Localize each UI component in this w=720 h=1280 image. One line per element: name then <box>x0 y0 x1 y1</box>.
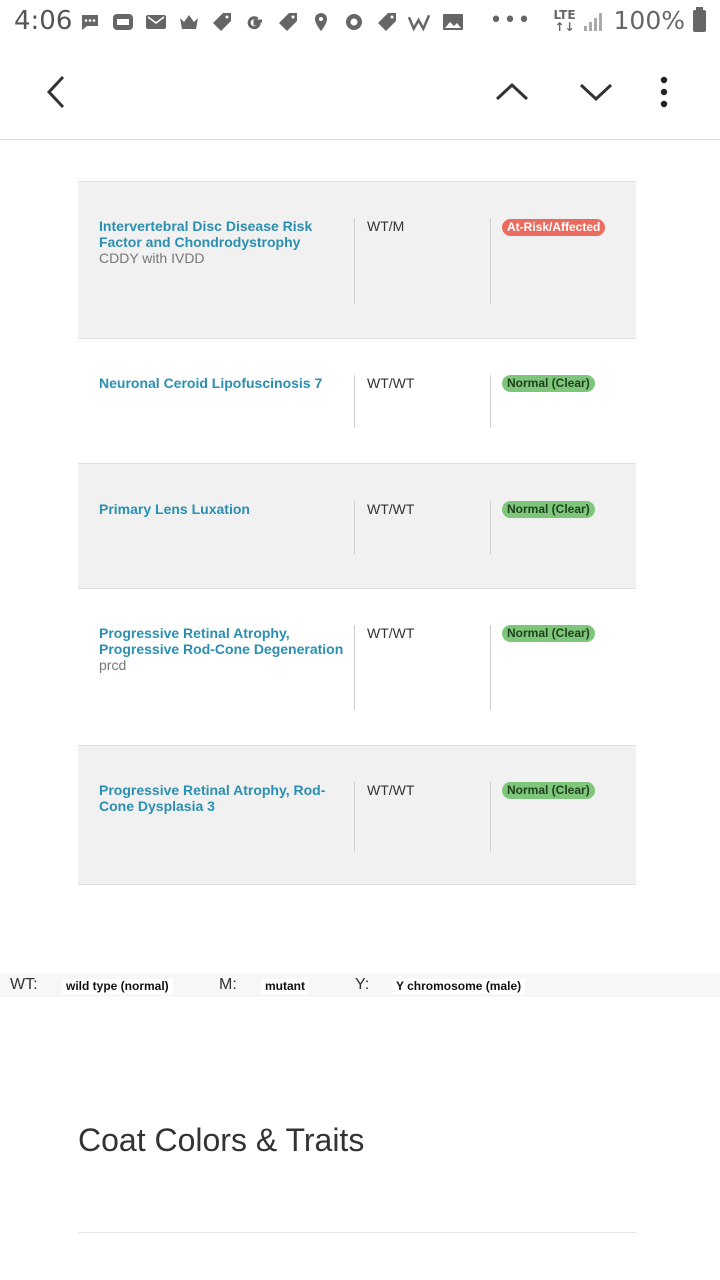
overflow-dots: ••• <box>489 8 532 33</box>
lte-indicator: LTE ↑↓ <box>553 7 576 34</box>
chevron-up-icon <box>495 82 529 101</box>
column-divider <box>490 218 491 304</box>
back-button[interactable] <box>26 44 86 140</box>
column-divider <box>490 375 491 428</box>
location-icon <box>309 11 332 34</box>
table-bottom-rule <box>78 884 636 885</box>
condition-title[interactable]: Progressive Retinal Atrophy, Progressive… <box>99 625 343 657</box>
column-divider <box>490 782 491 852</box>
next-match-button[interactable] <box>566 44 626 140</box>
condition-name[interactable]: Progressive Retinal Atrophy, Rod-Cone Dy… <box>99 782 349 814</box>
section-title: Coat Colors & Traits <box>78 1122 365 1158</box>
column-divider <box>354 625 355 710</box>
battery-icon <box>693 6 706 32</box>
tag-icon <box>276 11 299 34</box>
status-badge: Normal (Clear) <box>502 375 595 392</box>
chevron-left-icon <box>46 75 65 109</box>
mail-icon <box>144 11 167 34</box>
more-options-button[interactable] <box>634 44 694 140</box>
genotype: WT/WT <box>367 625 415 641</box>
more-vert-icon <box>660 76 668 108</box>
condition-name[interactable]: Intervertebral Disc Disease Risk Factor … <box>99 218 349 266</box>
crown-icon <box>177 11 200 34</box>
status-badge: Normal (Clear) <box>502 625 595 642</box>
legend-key: Y: <box>355 976 370 993</box>
wish-icon <box>408 11 431 34</box>
find-toolbar <box>0 44 720 140</box>
condition-subtitle: prcd <box>99 657 127 673</box>
genotype: WT/WT <box>367 782 415 798</box>
section-divider <box>78 1232 636 1233</box>
legend-key: WT: <box>10 976 38 993</box>
tag-icon <box>375 11 398 34</box>
messages-icon <box>78 11 101 34</box>
result-row: Progressive Retinal Atrophy, Progressive… <box>78 588 636 745</box>
legend-value: Y chromosome (male) <box>392 979 526 994</box>
genetic-results-table: Intervertebral Disc Disease Risk Factor … <box>78 181 636 884</box>
condition-name[interactable]: Neuronal Ceroid Lipofuscinosis 7 <box>99 375 349 391</box>
column-divider <box>354 218 355 304</box>
status-bar: 4:06 ••• LTE ↑↓ 100% <box>0 0 720 44</box>
status-right: ••• LTE ↑↓ 100% <box>490 6 706 35</box>
genotype: WT/WT <box>367 375 415 391</box>
letgo-icon <box>111 11 134 34</box>
legend-value: wild type (normal) <box>62 979 173 994</box>
status-badge: At-Risk/Affected <box>502 219 606 236</box>
condition-name[interactable]: Primary Lens Luxation <box>99 501 349 517</box>
legend-value: mutant <box>261 979 308 994</box>
previous-match-button[interactable] <box>482 44 542 140</box>
chevron-down-icon <box>579 83 613 102</box>
legend-key: M: <box>219 976 237 993</box>
condition-title[interactable]: Neuronal Ceroid Lipofuscinosis 7 <box>99 375 322 391</box>
column-divider <box>354 501 355 554</box>
status-time: 4:06 <box>14 6 73 36</box>
google-icon <box>243 11 266 34</box>
notification-icons <box>78 8 464 36</box>
condition-name[interactable]: Progressive Retinal Atrophy, Progressive… <box>99 625 349 673</box>
genotype: WT/M <box>367 218 405 234</box>
condition-title[interactable]: Primary Lens Luxation <box>99 501 250 517</box>
column-divider <box>490 501 491 554</box>
genotype-legend: WT: wild type (normal) M: mutant Y: Y ch… <box>0 973 720 997</box>
result-row: Progressive Retinal Atrophy, Rod-Cone Dy… <box>78 745 636 884</box>
condition-title[interactable]: Intervertebral Disc Disease Risk Factor … <box>99 218 312 250</box>
status-badge: Normal (Clear) <box>502 501 595 518</box>
battery-percentage: 100% <box>613 6 685 35</box>
status-badge: Normal (Clear) <box>502 782 595 799</box>
result-row: Primary Lens Luxation WT/WT Normal (Clea… <box>78 463 636 588</box>
lte-label: LTE <box>553 7 576 22</box>
condition-subtitle: CDDY with IVDD <box>99 250 205 266</box>
condition-title[interactable]: Progressive Retinal Atrophy, Rod-Cone Dy… <box>99 782 325 814</box>
image-icon <box>441 11 464 34</box>
column-divider <box>354 782 355 852</box>
settings-icon <box>342 11 365 34</box>
tag-icon <box>210 11 233 34</box>
genotype: WT/WT <box>367 501 415 517</box>
column-divider <box>354 375 355 428</box>
result-row: Neuronal Ceroid Lipofuscinosis 7 WT/WT N… <box>78 338 636 463</box>
signal-icon <box>583 11 606 31</box>
result-row: Intervertebral Disc Disease Risk Factor … <box>78 181 636 338</box>
column-divider <box>490 625 491 710</box>
